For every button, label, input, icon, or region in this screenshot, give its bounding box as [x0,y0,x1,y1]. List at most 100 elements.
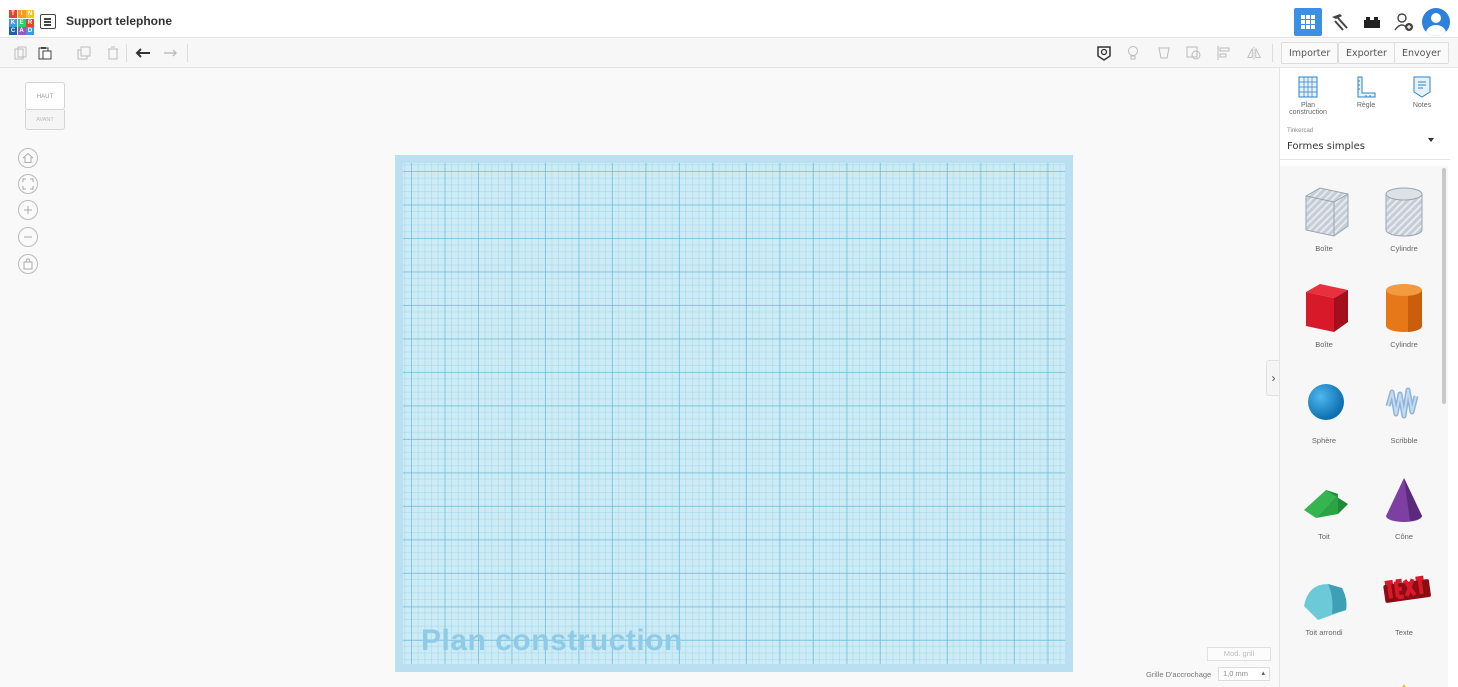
shape-partial[interactable] [1284,654,1364,687]
tinkercad-logo[interactable]: TIN KER CAD [9,10,34,35]
home-view-icon[interactable] [18,148,38,168]
ruler-tool[interactable]: Règle [1342,76,1390,109]
send-button[interactable]: Envoyer [1394,42,1449,64]
light-bulb-icon[interactable] [1125,45,1141,61]
text-icon [1383,575,1431,603]
logo-tile: N [26,10,34,18]
shape-roof[interactable]: Toit [1284,462,1364,558]
undo-icon[interactable] [135,45,151,61]
shape-label: Toit [1318,532,1330,541]
sphere-icon [1308,384,1344,420]
library-selected: Formes simples [1287,141,1365,152]
logo-tile: D [26,27,34,35]
chevron-right-icon: › [1271,371,1276,385]
mirror-icon[interactable] [1246,45,1262,61]
view-cube-top[interactable]: HAUT [25,82,65,110]
roof-icon [1304,490,1348,518]
snap-grid-value: 1,0 mm [1223,669,1249,678]
grid-view-icon[interactable] [1294,8,1322,36]
delete-icon[interactable] [105,45,121,61]
group-icon[interactable] [1157,45,1173,61]
view-switcher [1294,6,1458,38]
cone-icon [1386,478,1422,522]
perspective-icon[interactable] [18,254,38,274]
edit-toolbar: Importer Exporter Envoyer [0,39,1458,68]
build-icon[interactable] [1326,8,1354,36]
shape-label: Texte [1395,628,1413,637]
ungroup-icon[interactable] [1186,45,1202,61]
design-title[interactable]: Support telephone [66,14,172,28]
shape-label: Cône [1395,532,1413,541]
shape-label: Boîte [1315,340,1333,349]
box-hole-icon [1305,187,1349,237]
logo-tile: E [17,18,26,27]
shape-partial-icon [1402,684,1406,687]
snap-grid-select[interactable]: 1,0 mm [1218,667,1270,681]
shape-text[interactable]: Texte [1364,558,1444,654]
shape-sphere[interactable]: Sphère [1284,366,1364,462]
shape-cylinder[interactable]: Cylindre [1364,270,1444,366]
cylinder-hole-icon [1385,187,1423,237]
ruler-tool-label: Règle [1356,102,1376,109]
logo-tile: T [9,10,17,18]
caret-down-icon [1428,138,1434,142]
import-button[interactable]: Importer [1281,42,1339,64]
shape-label: Cylindre [1390,244,1418,253]
shape-label: Boîte [1315,244,1333,253]
library-source: Tinkercad [1287,128,1314,134]
user-avatar[interactable] [1422,8,1450,36]
app-header: TIN KER CAD Support telephone [0,6,1458,38]
zoom-out-icon[interactable] [18,227,38,247]
toolbar-divider [1272,44,1273,62]
cylinder-icon [1386,284,1423,332]
shape-cone[interactable]: Cône [1364,462,1444,558]
logo-tile: A [17,27,26,35]
workplane-tool-label: Plan construction [1289,102,1327,116]
logo-tile: I [17,10,26,18]
workplane-label: Plan construction [421,624,683,657]
note-icon[interactable] [1096,45,1112,61]
shape-round-roof[interactable]: Toit arrondi [1284,558,1364,654]
collapse-panel-button[interactable]: › [1266,360,1280,396]
shape-cylinder-hole[interactable]: Cylindre [1364,174,1444,270]
shape-box[interactable]: Boîte [1284,270,1364,366]
shape-box-hole[interactable]: Boîte [1284,174,1364,270]
workplane-icon [1298,76,1318,98]
align-icon[interactable] [1216,45,1232,61]
duplicate-icon[interactable] [76,45,92,61]
shape-partial[interactable] [1364,654,1444,687]
box-icon [1306,284,1348,332]
logo-tile: C [9,27,17,35]
scribble-icon [1385,387,1419,419]
notes-tool-label: Notes [1412,102,1432,109]
shape-scribble[interactable]: Scribble [1364,366,1444,462]
copy-icon[interactable] [13,45,29,61]
fit-view-icon[interactable] [18,174,38,194]
round-roof-icon [1304,584,1347,620]
zoom-in-icon[interactable] [18,200,38,220]
add-user-icon[interactable] [1390,8,1418,36]
shape-label: Scribble [1390,436,1418,445]
shape-library-select[interactable]: Tinkercad Formes simples [1280,124,1450,160]
shape-label: Sphère [1311,436,1337,445]
redo-icon[interactable] [163,45,179,61]
ruler-icon [1356,76,1376,98]
toolbar-divider [187,44,188,62]
view-cube-front[interactable]: AVANT [25,110,65,130]
shape-label: Toit arrondi [1305,628,1343,637]
logo-tile: K [9,18,17,27]
shape-label: Cylindre [1390,340,1418,349]
notes-icon [1412,76,1432,98]
notes-tool[interactable]: Notes [1398,76,1446,109]
bricks-icon[interactable] [1358,8,1386,36]
snap-grid-label: Grille D'accrochage [1146,670,1212,679]
workplane-grid[interactable]: Plan construction [395,155,1073,672]
design-list-icon[interactable] [40,14,56,29]
edit-grid-button[interactable]: Mod. grill [1207,647,1271,661]
toolbar-divider [126,44,127,62]
shape-partial-icon [1302,666,1352,687]
workplane-tool[interactable]: Plan construction [1284,76,1332,116]
view-cube[interactable]: HAUT AVANT [25,82,65,130]
export-button[interactable]: Exporter [1338,42,1395,64]
paste-icon[interactable] [37,45,53,61]
